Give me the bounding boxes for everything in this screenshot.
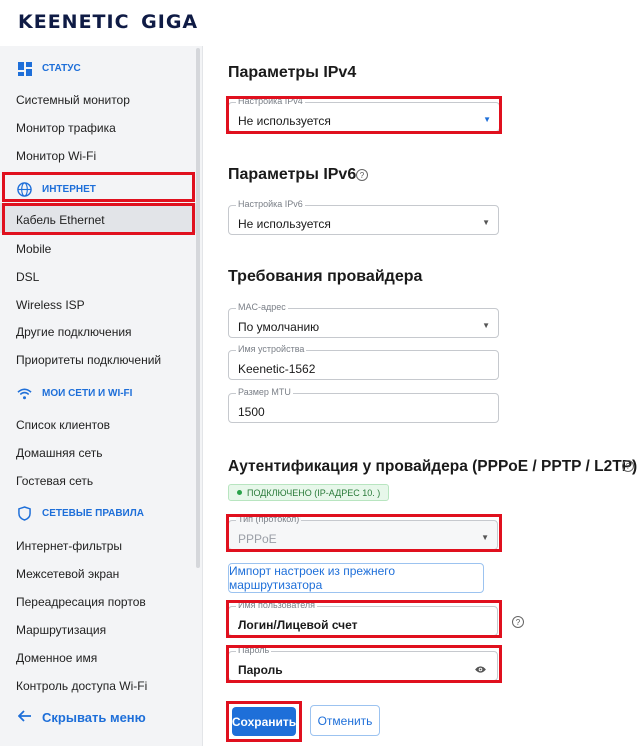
highlight-protocol [226,514,502,552]
ipv6-title: Параметры IPv6 [228,166,357,183]
sidebar-item-domain-name[interactable]: Доменное имя [16,651,97,665]
sidebar-item-internet-filters[interactable]: Интернет-фильтры [16,539,122,553]
brand-name: KEENETIC [18,11,130,33]
highlight-internet [2,172,195,202]
ipv4-title: Параметры IPv4 [228,64,357,81]
highlight-password [226,645,502,683]
help-icon[interactable]: ? [356,169,368,181]
sidebar-item-connection-priorities[interactable]: Приоритеты подключений [16,353,161,367]
device-name-input[interactable]: Имя устройства Keenetic-1562 [228,344,499,380]
sidebar-item-wifi-monitor[interactable]: Монитор Wi-Fi [16,149,96,163]
connection-status-badge: ПОДКЛЮЧЕНО (IP-АДРЕС 10. ) [228,484,390,501]
hide-menu-button[interactable]: Скрывать меню [17,710,146,725]
sidebar-item-port-forwarding[interactable]: Переадресация портов [16,595,146,609]
top-bar: KEENETIC GIGA [0,0,642,46]
sidebar-item-other-connections[interactable]: Другие подключения [16,325,132,339]
section-status[interactable]: СТАТУС [17,61,81,76]
import-settings-button[interactable]: Импорт настроек из прежнего маршрутизато… [228,563,484,593]
section-networks[interactable]: МОИ СЕТИ И WI-FI [17,386,132,401]
mtu-label: Размер MTU [236,387,293,397]
brand-logo[interactable]: KEENETIC GIGA [18,11,198,33]
arrow-left-icon [17,710,32,725]
cancel-button[interactable]: Отменить [310,705,380,736]
sidebar-item-home-network[interactable]: Домашняя сеть [16,446,102,460]
sidebar-scrollbar[interactable] [196,48,200,568]
chevron-down-icon: ▼ [482,218,490,227]
highlight-ethernet [2,203,195,235]
device-name-label: Имя устройства [236,344,307,354]
sidebar-item-wireless-isp[interactable]: Wireless ISP [16,298,85,312]
wifi-icon [17,386,32,401]
mac-select[interactable]: MAC-адрес По умолчанию ▼ [228,302,499,338]
sidebar-item-system-monitor[interactable]: Системный монитор [16,93,130,107]
auth-title: Аутентификация у провайдера (PPPoE / PPT… [228,458,638,475]
ipv6-value: Не используется [238,217,331,231]
section-label: СЕТЕВЫЕ ПРАВИЛА [42,508,144,519]
mac-label: MAC-адрес [236,302,288,312]
shield-icon [17,506,32,521]
highlight-save [226,701,302,742]
ipv6-label: Настройка IPv6 [236,199,305,209]
help-icon[interactable]: ? [512,616,524,628]
main-content: Параметры IPv4 Настройка IPv4 Не использ… [204,46,642,746]
sidebar-item-routing[interactable]: Маршрутизация [16,623,106,637]
sidebar-item-firewall[interactable]: Межсетевой экран [16,567,119,581]
mac-value: По умолчанию [238,320,320,334]
ipv6-select[interactable]: Настройка IPv6 Не используется ▼ [228,199,499,235]
sidebar-item-guest-network[interactable]: Гостевая сеть [16,474,93,488]
section-label: СТАТУС [42,63,81,74]
connection-status-text: ПОДКЛЮЧЕНО (IP-АДРЕС 10. ) [247,487,381,498]
section-label: МОИ СЕТИ И WI-FI [42,388,133,399]
mtu-value: 1500 [238,405,265,419]
highlight-username [226,600,502,638]
hide-menu-label: Скрывать меню [42,710,146,725]
brand-model: GIGA [141,11,199,33]
device-name-value: Keenetic-1562 [238,362,316,376]
help-icon[interactable]: ? [622,460,634,472]
section-network-rules[interactable]: СЕТЕВЫЕ ПРАВИЛА [17,506,144,521]
sidebar-item-traffic-monitor[interactable]: Монитор трафика [16,121,116,135]
sidebar-item-wifi-access-control[interactable]: Контроль доступа Wi-Fi [16,679,147,693]
mtu-input[interactable]: Размер MTU 1500 [228,387,499,423]
sidebar-item-mobile[interactable]: Mobile [16,242,51,256]
sidebar-item-dsl[interactable]: DSL [16,270,39,284]
chevron-down-icon: ▼ [482,321,490,330]
highlight-ipv4 [226,96,502,134]
dashboard-icon [17,61,32,76]
status-dot-icon [237,490,242,495]
sidebar: СТАТУС Системный монитор Монитор трафика… [0,46,203,746]
provider-title: Требования провайдера [228,268,423,285]
sidebar-item-client-list[interactable]: Список клиентов [16,418,110,432]
